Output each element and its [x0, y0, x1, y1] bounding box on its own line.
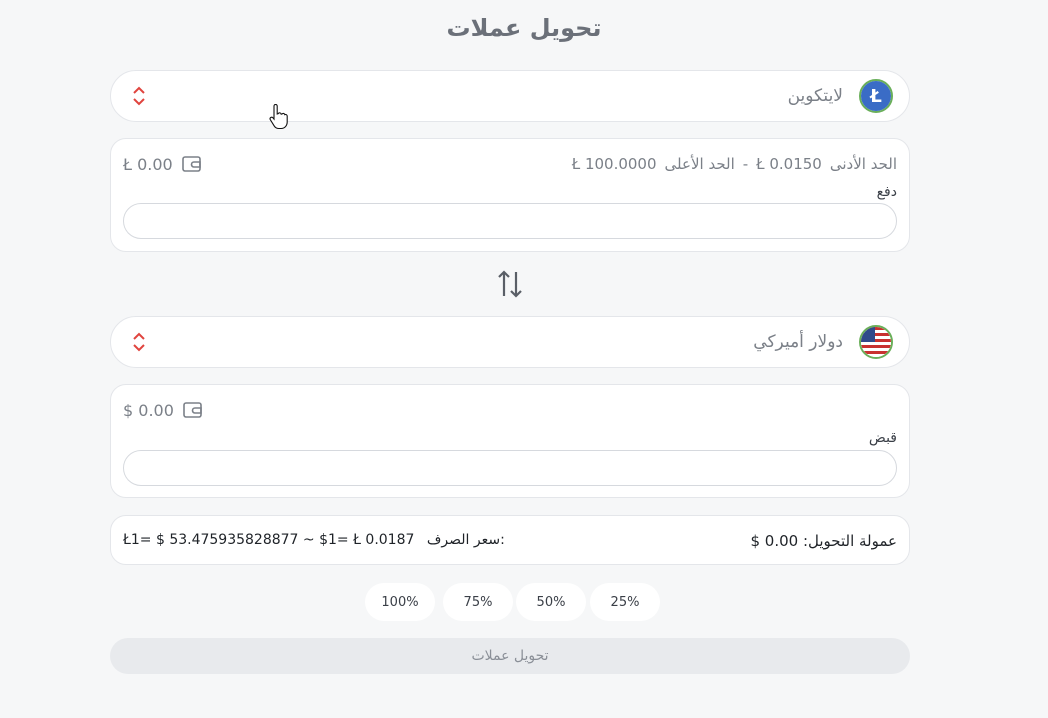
percent-100-button[interactable]: 100% [365, 583, 435, 621]
pay-amount-input[interactable] [123, 203, 897, 239]
us-flag-icon [859, 325, 893, 359]
receive-amount-card: $ 0.00 قبض [110, 384, 910, 498]
limit-min-value: Ł 0.0150 [756, 155, 822, 173]
hand-pointer-icon [269, 104, 288, 130]
wallet-icon [181, 156, 201, 172]
exchange-rate-label: سعر الصرف: [426, 532, 505, 548]
litecoin-icon: Ł [859, 79, 893, 113]
from-currency-name: لايتكوين [787, 86, 843, 106]
to-currency-name: دولار أميركي [753, 332, 843, 352]
percent-75-button[interactable]: 75% [443, 583, 513, 621]
convert-button[interactable]: تحويل عملات [110, 638, 910, 674]
to-balance-value: $ 0.00 [123, 400, 174, 420]
exchange-rate: Ł1= $ 53.475935828877 ~ $1= Ł 0.0187 سعر… [123, 532, 505, 548]
from-balance-value: Ł 0.00 [123, 154, 173, 174]
from-balance: Ł 0.00 [123, 153, 203, 175]
exchange-info-card: عمولة التحويل: 0.00 $ Ł1= $ 53.475935828… [110, 515, 910, 565]
chevron-up-down-icon [133, 332, 145, 352]
percent-25-button[interactable]: 25% [590, 583, 660, 621]
receive-field-label: قبض [868, 430, 897, 446]
pay-field-label: دفع [876, 184, 897, 200]
to-balance: $ 0.00 [123, 399, 204, 421]
from-currency-select[interactable]: Ł لايتكوين [110, 70, 910, 122]
conversion-fee: عمولة التحويل: 0.00 $ [750, 532, 897, 550]
percent-50-button[interactable]: 50% [516, 583, 586, 621]
pay-amount-card: Ł 0.00 الحد الأدنى Ł 0.0150 - الحد الأعل… [110, 138, 910, 252]
swap-arrows-icon[interactable] [496, 268, 524, 300]
limit-max-label: الحد الأعلى [664, 155, 735, 173]
pay-limits: الحد الأدنى Ł 0.0150 - الحد الأعلى Ł 100… [572, 155, 897, 173]
limit-separator: - [742, 155, 749, 173]
limit-max-value: Ł 100.0000 [571, 155, 657, 173]
limit-min-label: الحد الأدنى [829, 155, 897, 173]
exchange-rate-value: Ł1= $ 53.475935828877 ~ $1= Ł 0.0187 [123, 532, 415, 548]
chevron-up-down-icon [133, 86, 145, 106]
page-title: تحويل عملات [446, 14, 602, 42]
receive-amount-input[interactable] [123, 450, 897, 486]
wallet-icon [183, 402, 202, 418]
to-currency-select[interactable]: دولار أميركي [110, 316, 910, 368]
